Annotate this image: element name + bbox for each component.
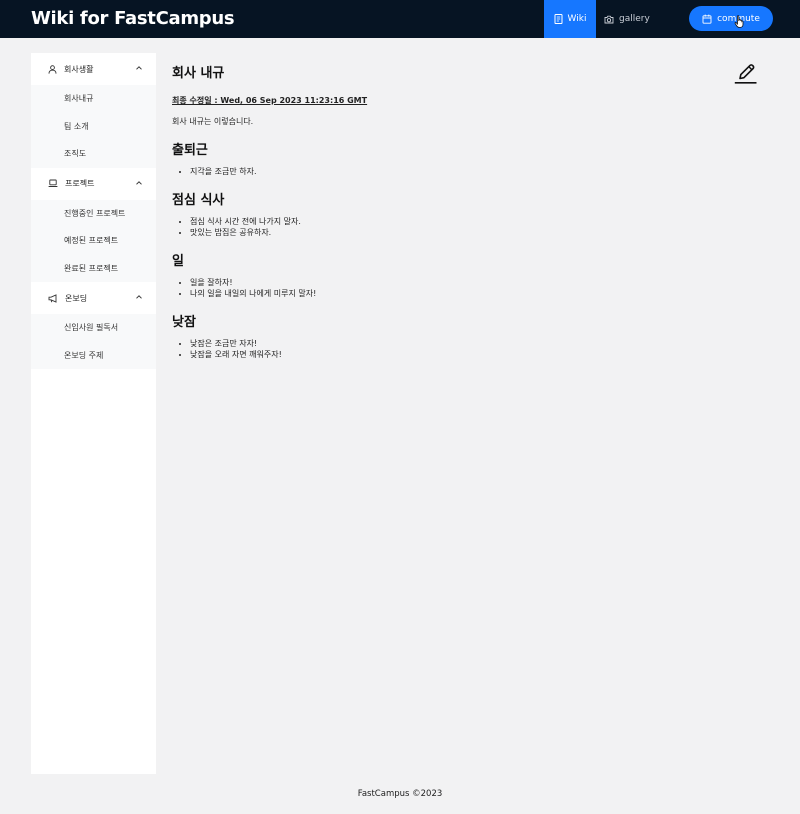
sidebar-submenu: 진행중인 프로젝트 예정된 프로젝트 완료된 프로젝트 [31,199,156,283]
sidebar-item-new-hire-reading[interactable]: 신입사원 필독서 [31,314,156,342]
section-title: 낮잠 [172,315,196,330]
list-item: 낮잠을 오래 자면 깨워주자! [190,349,772,360]
sidebar-item-team-intro[interactable]: 팀 소개 [31,113,156,141]
sidebar-item-company-rules[interactable]: 회사내규 [31,85,156,113]
section-title: 점심 식사 [172,193,225,208]
document-icon [554,14,563,24]
sidebar-group-label: 회사생활 [64,64,94,74]
list-item: 지각을 조금만 하자. [190,166,772,177]
chevron-up-icon[interactable] [135,64,143,72]
wiki-section: 일 일을 잘하자! 나의 일을 내일의 나에게 미루지 말자! [172,250,772,299]
last-modified: 최종 수정일 : Wed, 06 Sep 2023 11:23:16 GMT [172,96,368,105]
list-item: 일을 잘하자! [190,277,772,288]
sidebar-group-label: 온보딩 [65,293,88,303]
sidebar-group-projects[interactable]: 프로젝트 [31,168,156,200]
megaphone-icon [48,293,57,303]
list-item: 점심 식사 시간 전에 나가지 말자. [190,216,772,227]
sidebar-item-planned-projects[interactable]: 예정된 프로젝트 [31,227,156,255]
wiki-section: 점심 식사 점심 식사 시간 전에 나가지 말자. 맛있는 밥집은 공유하자. [172,189,772,238]
nav-tab-wiki[interactable]: Wiki [544,0,596,38]
sidebar-item-ongoing-projects[interactable]: 진행중인 프로젝트 [31,200,156,228]
top-navbar: Wiki for FastCampus Wiki gallery commute [0,0,800,38]
sidebar: 회사생활 회사내규 팀 소개 조직도 프로젝트 진행중인 프로젝트 예정된 프로… [31,53,156,774]
wiki-section: 출퇴근 지각을 조금만 하자. [172,139,772,177]
sidebar-group-company-life[interactable]: 회사생활 [31,53,156,85]
section-title: 일 [172,254,184,269]
wiki-section: 낮잠 낮잠은 조금만 자자! 낮잠을 오래 자면 깨워주자! [172,311,772,360]
page-title: 회사 내규 [172,66,225,81]
list-item: 낮잠은 조금만 자자! [190,338,772,349]
chevron-up-icon[interactable] [135,293,143,301]
laptop-icon [48,179,58,187]
commute-button[interactable]: commute [689,6,773,31]
list-item: 나의 일을 내일의 나에게 미루지 말자! [190,288,772,299]
sidebar-submenu: 신입사원 필독서 온보딩 주제 [31,314,156,369]
nav-tab-label: gallery [619,14,650,24]
sidebar-item-onboarding-topics[interactable]: 온보딩 주제 [31,342,156,370]
sidebar-group-label: 프로젝트 [65,179,95,188]
sidebar-submenu: 회사내규 팀 소개 조직도 [31,85,156,168]
wiki-content: 회사 내규 최종 수정일 : Wed, 06 Sep 2023 11:23:16… [172,62,772,360]
intro-text: 회사 내규는 이렇습니다. [172,117,254,126]
footer-copyright: FastCampus ©2023 [357,789,443,799]
sidebar-item-org-chart[interactable]: 조직도 [31,140,156,168]
list-item: 맛있는 밥집은 공유하자. [190,227,772,238]
nav-tab-label: Wiki [567,14,587,24]
nav-tab-gallery[interactable]: gallery [604,0,650,38]
hand-cursor-icon [734,15,744,28]
user-icon [48,64,57,74]
calendar-icon [702,14,712,24]
sidebar-item-completed-projects[interactable]: 완료된 프로젝트 [31,255,156,283]
sidebar-group-onboarding[interactable]: 온보딩 [31,282,156,314]
edit-pencil-icon[interactable] [734,62,758,84]
app-title[interactable]: Wiki for FastCampus [31,8,235,29]
chevron-up-icon[interactable] [135,179,143,187]
section-title: 출퇴근 [172,143,208,158]
camera-icon [604,15,614,23]
